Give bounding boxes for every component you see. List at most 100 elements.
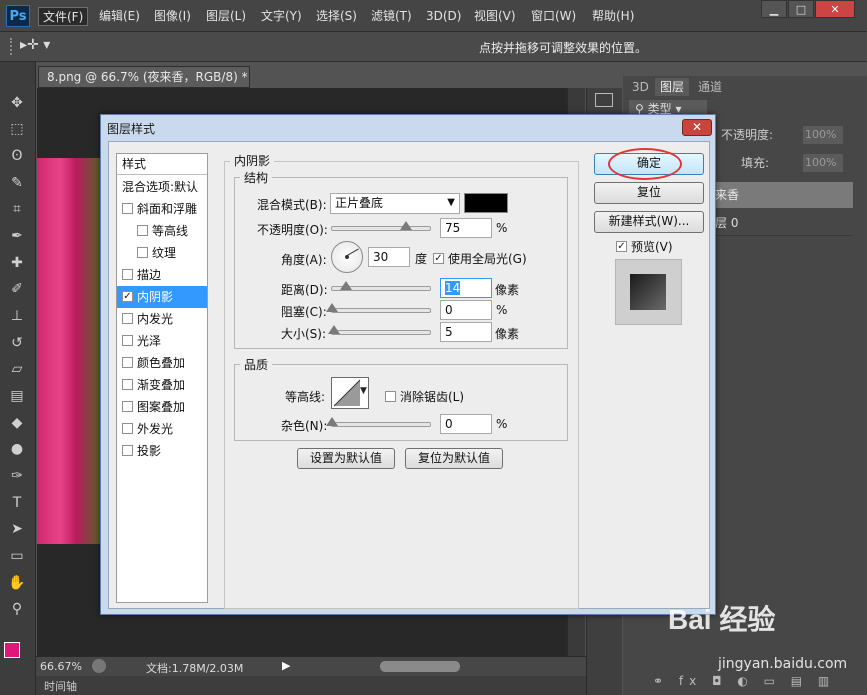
new-style-button[interactable]: 新建样式(W)... bbox=[594, 211, 704, 233]
crop-tool-icon[interactable]: ⌗ bbox=[6, 200, 28, 218]
choke-slider[interactable] bbox=[331, 308, 431, 313]
healing-brush-tool-icon[interactable]: ✚ bbox=[6, 254, 28, 272]
lasso-tool-icon[interactable]: ʘ bbox=[6, 147, 28, 165]
zoom-tool-icon[interactable]: ⚲ bbox=[6, 600, 28, 618]
path-select-tool-icon[interactable]: ➤ bbox=[6, 520, 28, 538]
style-list-item[interactable]: 图案叠加 bbox=[117, 396, 207, 418]
choke-slider-thumb[interactable] bbox=[326, 303, 338, 312]
layer-fill-input[interactable]: 100% bbox=[803, 154, 843, 172]
size-slider[interactable] bbox=[331, 330, 431, 335]
blend-mode-select[interactable]: 正片叠底 ▼ bbox=[330, 193, 460, 214]
noise-input[interactable]: 0 bbox=[440, 414, 492, 434]
checkbox-icon[interactable] bbox=[122, 313, 133, 324]
pen-tool-icon[interactable]: ✑ bbox=[6, 467, 28, 485]
menu-type[interactable]: 文字(Y) bbox=[257, 7, 306, 26]
status-info-icon[interactable] bbox=[92, 659, 106, 673]
eyedropper-tool-icon[interactable]: ✒ bbox=[6, 227, 28, 245]
contour-picker[interactable]: ▼ bbox=[331, 377, 369, 409]
shape-tool-icon[interactable]: ▭ bbox=[6, 547, 28, 565]
maximize-button[interactable]: □ bbox=[788, 0, 814, 18]
menu-image[interactable]: 图像(I) bbox=[150, 7, 195, 26]
style-list-item[interactable]: 斜面和浮雕 bbox=[117, 198, 207, 220]
text-tool-icon[interactable]: T bbox=[6, 494, 28, 512]
checkbox-icon[interactable] bbox=[122, 335, 133, 346]
menu-view[interactable]: 视图(V) bbox=[470, 7, 520, 26]
layer-footer-icons[interactable]: ⚭ fx ◘ ◐ ▭ ▤ ▥ bbox=[653, 674, 835, 688]
angle-input[interactable]: 30 bbox=[368, 247, 410, 267]
distance-input[interactable]: 14 bbox=[440, 278, 492, 298]
opacity-slider[interactable] bbox=[331, 226, 431, 231]
opacity-input[interactable]: 75 bbox=[440, 218, 492, 238]
minimize-button[interactable]: ▁ bbox=[761, 0, 787, 18]
menu-select[interactable]: 选择(S) bbox=[312, 7, 361, 26]
global-light-checkbox[interactable]: ✓ 使用全局光(G) bbox=[433, 250, 527, 267]
brush-tool-icon[interactable]: ✐ bbox=[6, 280, 28, 298]
distance-slider-thumb[interactable] bbox=[340, 281, 352, 290]
style-list-item[interactable]: 纹理 bbox=[117, 242, 207, 264]
menu-3d[interactable]: 3D(D) bbox=[422, 7, 465, 26]
checkbox-icon[interactable] bbox=[122, 269, 133, 280]
blur-tool-icon[interactable]: ◆ bbox=[6, 414, 28, 432]
style-list-item[interactable]: 渐变叠加 bbox=[117, 374, 207, 396]
move-tool-icon[interactable]: ✥ bbox=[6, 94, 28, 112]
layer-opacity-input[interactable]: 100% bbox=[803, 126, 843, 144]
checkbox-icon[interactable] bbox=[122, 203, 133, 214]
style-list-item[interactable]: 外发光 bbox=[117, 418, 207, 440]
style-list-item[interactable]: 内发光 bbox=[117, 308, 207, 330]
zoom-level[interactable]: 66.67% bbox=[40, 660, 82, 673]
menu-layer[interactable]: 图层(L) bbox=[202, 7, 250, 26]
menu-edit[interactable]: 编辑(E) bbox=[95, 7, 144, 26]
menu-filter[interactable]: 滤镜(T) bbox=[367, 7, 416, 26]
style-list-item[interactable]: 描边 bbox=[117, 264, 207, 286]
marquee-tool-icon[interactable]: ⬚ bbox=[6, 120, 28, 138]
dialog-close-button[interactable]: ✕ bbox=[682, 119, 712, 136]
stamp-tool-icon[interactable]: ⊥ bbox=[6, 307, 28, 325]
tab-channels[interactable]: 通道 bbox=[693, 78, 727, 96]
checkbox-icon[interactable] bbox=[122, 357, 133, 368]
checkbox-icon[interactable]: ✓ bbox=[122, 291, 133, 302]
checkbox-icon[interactable] bbox=[137, 247, 148, 258]
angle-dial[interactable] bbox=[331, 241, 363, 273]
gradient-tool-icon[interactable]: ▤ bbox=[6, 387, 28, 405]
timeline-label[interactable]: 时间轴 bbox=[44, 678, 77, 694]
style-list-item[interactable]: ✓ 内阴影 bbox=[117, 286, 207, 308]
menu-window[interactable]: 窗口(W) bbox=[527, 7, 580, 26]
history-brush-tool-icon[interactable]: ↺ bbox=[6, 334, 28, 352]
style-list-item[interactable]: 等高线 bbox=[117, 220, 207, 242]
reset-button[interactable]: 复位 bbox=[594, 182, 704, 204]
make-default-button[interactable]: 设置为默认值 bbox=[297, 448, 395, 469]
preview-checkbox[interactable]: ✓ 预览(V) bbox=[616, 238, 673, 255]
reset-default-button[interactable]: 复位为默认值 bbox=[405, 448, 503, 469]
style-list-item[interactable]: 混合选项:默认 bbox=[117, 176, 207, 198]
menu-file[interactable]: 文件(F) bbox=[38, 7, 89, 26]
quick-select-tool-icon[interactable]: ✎ bbox=[6, 174, 28, 192]
move-tool-icon[interactable]: ▸✛ ▾ bbox=[20, 37, 50, 53]
checkbox-icon[interactable] bbox=[137, 225, 148, 236]
antialias-checkbox[interactable]: 消除锯齿(L) bbox=[385, 388, 464, 405]
style-list-item[interactable]: 颜色叠加 bbox=[117, 352, 207, 374]
tab-layers[interactable]: 图层 bbox=[655, 78, 690, 96]
document-tab[interactable]: 8.png @ 66.7% (夜来香，RGB/8) * × bbox=[38, 66, 250, 104]
choke-input[interactable]: 0 bbox=[440, 300, 492, 320]
tab-3d[interactable]: 3D bbox=[627, 78, 654, 96]
close-window-button[interactable]: ✕ bbox=[815, 0, 855, 18]
opacity-slider-thumb[interactable] bbox=[400, 221, 412, 230]
shadow-color-swatch[interactable] bbox=[464, 193, 508, 213]
horizontal-scroll-thumb[interactable] bbox=[380, 661, 460, 672]
noise-slider-thumb[interactable] bbox=[326, 417, 338, 426]
checkbox-icon[interactable] bbox=[122, 401, 133, 412]
hand-tool-icon[interactable]: ✋ bbox=[6, 574, 28, 592]
foreground-color-swatch[interactable] bbox=[4, 642, 20, 658]
status-menu-arrow-icon[interactable]: ▶ bbox=[282, 659, 290, 672]
checkbox-icon[interactable] bbox=[122, 445, 133, 456]
size-slider-thumb[interactable] bbox=[328, 325, 340, 334]
checkbox-icon[interactable] bbox=[122, 379, 133, 390]
size-input[interactable]: 5 bbox=[440, 322, 492, 342]
panel-grid-icon[interactable] bbox=[595, 93, 613, 107]
noise-slider[interactable] bbox=[331, 422, 431, 427]
dodge-tool-icon[interactable]: ● bbox=[6, 440, 28, 458]
eraser-tool-icon[interactable]: ▱ bbox=[6, 360, 28, 378]
style-list-item[interactable]: 投影 bbox=[117, 440, 207, 462]
checkbox-icon[interactable] bbox=[122, 423, 133, 434]
style-list-item[interactable]: 光泽 bbox=[117, 330, 207, 352]
